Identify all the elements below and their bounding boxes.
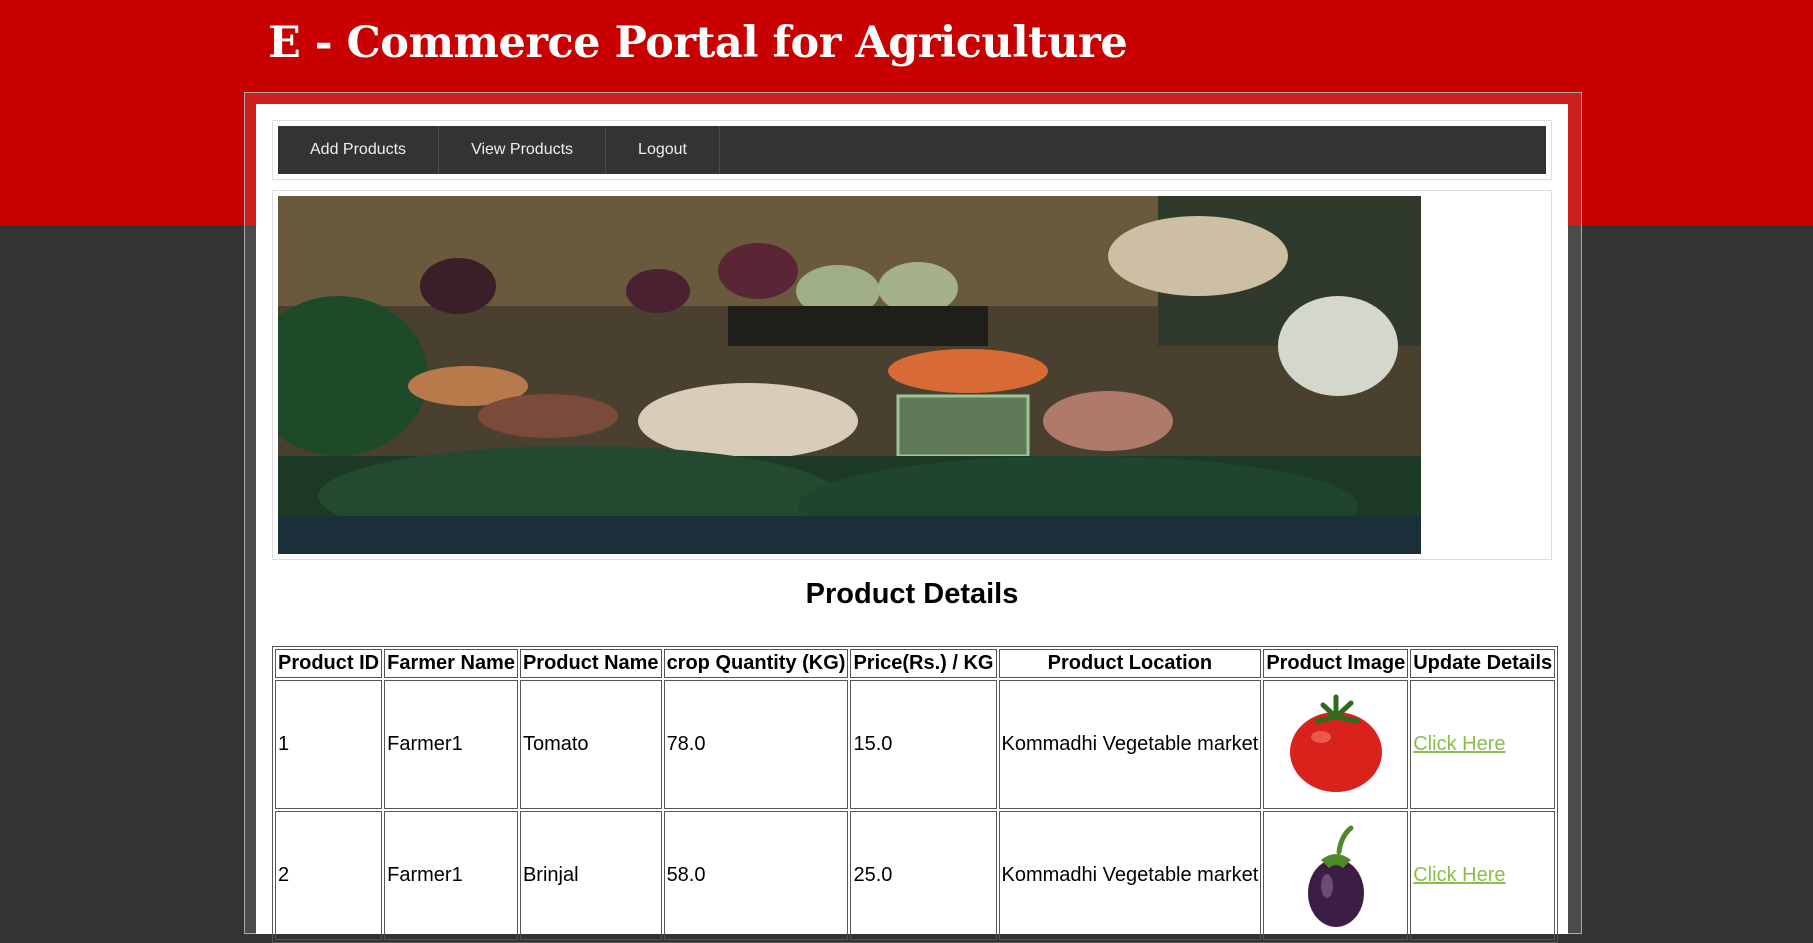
column-header: Product Location	[998, 649, 1262, 678]
page-container: Add Products View Products Logout Produc…	[256, 104, 1568, 943]
cell-location: Kommadhi Vegetable market	[998, 680, 1262, 809]
cell-farmer-name: Farmer1	[384, 811, 518, 940]
cell-product-image	[1263, 680, 1409, 809]
cell-update-details: Click Here	[1410, 811, 1556, 940]
banner-wrapper	[272, 190, 1552, 560]
vegetable-market-banner	[278, 196, 1421, 554]
column-header: Product Name	[519, 649, 662, 678]
tomato-image	[1289, 694, 1382, 792]
cell-update-details: Click Here	[1410, 680, 1556, 809]
cell-quantity: 78.0	[663, 680, 849, 809]
cell-farmer-name: Farmer1	[384, 680, 518, 809]
column-header: Price(Rs.) / KG	[850, 649, 997, 678]
cell-product-id: 2	[275, 811, 383, 940]
column-header: crop Quantity (KG)	[663, 649, 849, 678]
cell-product-id: 1	[275, 680, 383, 809]
nav-view-products[interactable]: View Products	[439, 126, 607, 174]
cell-price: 25.0	[850, 811, 997, 940]
cell-product-name: Brinjal	[519, 811, 662, 940]
table-row: 2 Farmer1 Brinjal 58.0 25.0 Kommadhi Veg…	[275, 811, 1556, 940]
table-row: 1 Farmer1 Tomato 78.0 15.0 Kommadhi Vege…	[275, 680, 1556, 809]
nav-add-products[interactable]: Add Products	[278, 126, 440, 174]
column-header: Farmer Name	[384, 649, 518, 678]
product-details-table: Product ID Farmer Name Product Name crop…	[272, 646, 1559, 943]
update-details-link[interactable]: Click Here	[1413, 864, 1505, 886]
cell-product-name: Tomato	[519, 680, 662, 809]
site-title: E - Commerce Portal for Agriculture	[268, 18, 1128, 68]
cell-location: Kommadhi Vegetable market	[998, 811, 1262, 940]
table-header-row: Product ID Farmer Name Product Name crop…	[275, 649, 1556, 678]
cell-quantity: 58.0	[663, 811, 849, 940]
brinjal-image	[1307, 825, 1364, 927]
cell-price: 15.0	[850, 680, 997, 809]
nav-bar: Add Products View Products Logout	[278, 126, 1546, 174]
nav-logout[interactable]: Logout	[606, 126, 720, 174]
column-header: Product ID	[275, 649, 383, 678]
column-header: Product Image	[1263, 649, 1409, 678]
cell-product-image	[1263, 811, 1409, 940]
product-details-heading: Product Details	[805, 578, 1019, 610]
column-header: Update Details	[1410, 649, 1556, 678]
nav-bar-wrapper: Add Products View Products Logout	[272, 120, 1552, 180]
vegetable-market-illustration	[278, 196, 1421, 554]
update-details-link[interactable]: Click Here	[1413, 733, 1505, 755]
